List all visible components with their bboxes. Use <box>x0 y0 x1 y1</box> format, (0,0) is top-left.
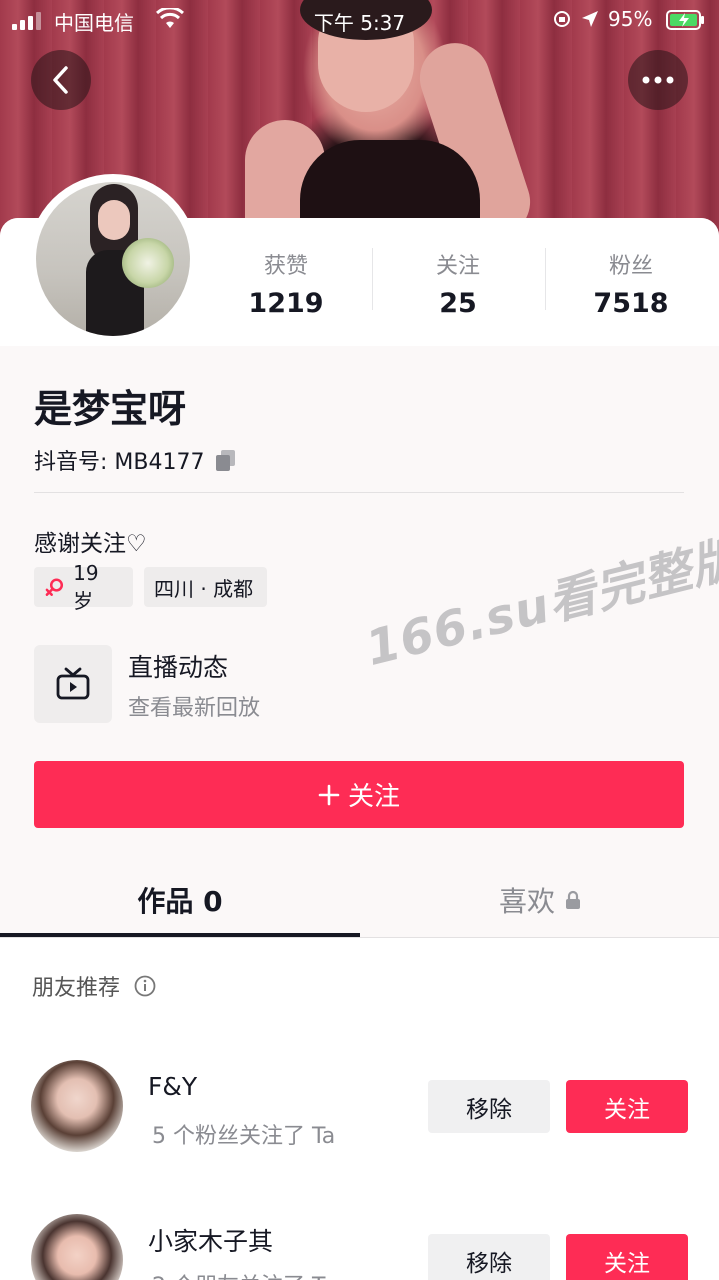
age-tag: 19 岁 <box>34 561 133 613</box>
lock-icon <box>566 890 580 909</box>
rec-subtitle: 2 个朋友关注了 Ta <box>152 1268 335 1280</box>
tab-works[interactable]: 作品 0 <box>0 880 360 920</box>
stat-followers[interactable]: 粉丝 7518 <box>545 248 717 319</box>
battery-percent: 95% <box>608 7 653 31</box>
follow-button[interactable]: 关注 <box>34 761 684 828</box>
stat-label: 获赞 <box>263 254 308 279</box>
list-item: F&Y 5 个粉丝关注了 Ta 移除 关注 <box>0 1060 719 1160</box>
stat-likes[interactable]: 获赞 1219 <box>200 248 372 319</box>
rec-name[interactable]: 小家木子其 <box>148 1222 273 1258</box>
location-tag: 四川 · 成都 <box>144 567 267 607</box>
stat-following[interactable]: 关注 25 <box>372 248 544 319</box>
divider <box>34 492 684 493</box>
avatar[interactable] <box>31 1060 123 1152</box>
follow-label: 关注 <box>347 782 400 812</box>
remove-button[interactable]: 移除 <box>428 1234 550 1280</box>
chevron-left-icon <box>53 66 68 94</box>
stat-label: 粉丝 <box>608 254 653 279</box>
female-icon <box>45 578 64 596</box>
douyin-id-row[interactable]: 抖音号: MB4177 <box>34 444 238 476</box>
list-item: 小家木子其 2 个朋友关注了 Ta 移除 关注 <box>0 1214 719 1280</box>
live-title[interactable]: 直播动态 <box>128 648 228 684</box>
live-subtitle: 查看最新回放 <box>128 696 261 721</box>
location-text: 四川 · 成都 <box>154 576 254 601</box>
copy-icon[interactable] <box>214 448 238 472</box>
nickname: 是梦宝呀 <box>34 387 187 431</box>
rec-name[interactable]: F&Y <box>148 1072 197 1101</box>
age-text: 19 岁 <box>73 560 99 613</box>
douyin-id: 抖音号: MB4177 <box>34 450 205 475</box>
tv-play-icon <box>56 667 90 700</box>
tab-label: 作品 0 <box>137 885 223 918</box>
stat-value: 7518 <box>593 288 669 319</box>
follow-button[interactable]: 关注 <box>566 1234 688 1280</box>
recommendations-header: 朋友推荐 <box>32 970 156 1002</box>
plus-icon <box>318 784 340 805</box>
battery-charging-icon <box>666 10 704 30</box>
avatar[interactable] <box>31 1214 123 1280</box>
info-icon[interactable] <box>134 975 156 997</box>
live-icon-box[interactable] <box>34 645 112 723</box>
tab-label: 喜欢 <box>498 885 555 918</box>
stat-label: 关注 <box>435 254 480 279</box>
rec-subtitle: 5 个粉丝关注了 Ta <box>152 1124 336 1149</box>
back-button[interactable] <box>31 50 91 110</box>
more-button[interactable] <box>628 50 688 110</box>
avatar[interactable] <box>36 182 190 336</box>
remove-button[interactable]: 移除 <box>428 1080 550 1133</box>
recommendations-title: 朋友推荐 <box>32 976 121 1001</box>
more-dots-icon <box>642 76 674 84</box>
rotation-lock-icon <box>554 11 570 27</box>
tab-likes[interactable]: 喜欢 <box>360 880 719 920</box>
follow-button[interactable]: 关注 <box>566 1080 688 1133</box>
status-bar: 中国电信 下午 5:37 95% <box>0 0 719 40</box>
stat-value: 25 <box>439 288 477 319</box>
stat-value: 1219 <box>248 288 324 319</box>
location-arrow-icon <box>582 11 598 27</box>
bio: 感谢关注♡ <box>34 531 147 557</box>
